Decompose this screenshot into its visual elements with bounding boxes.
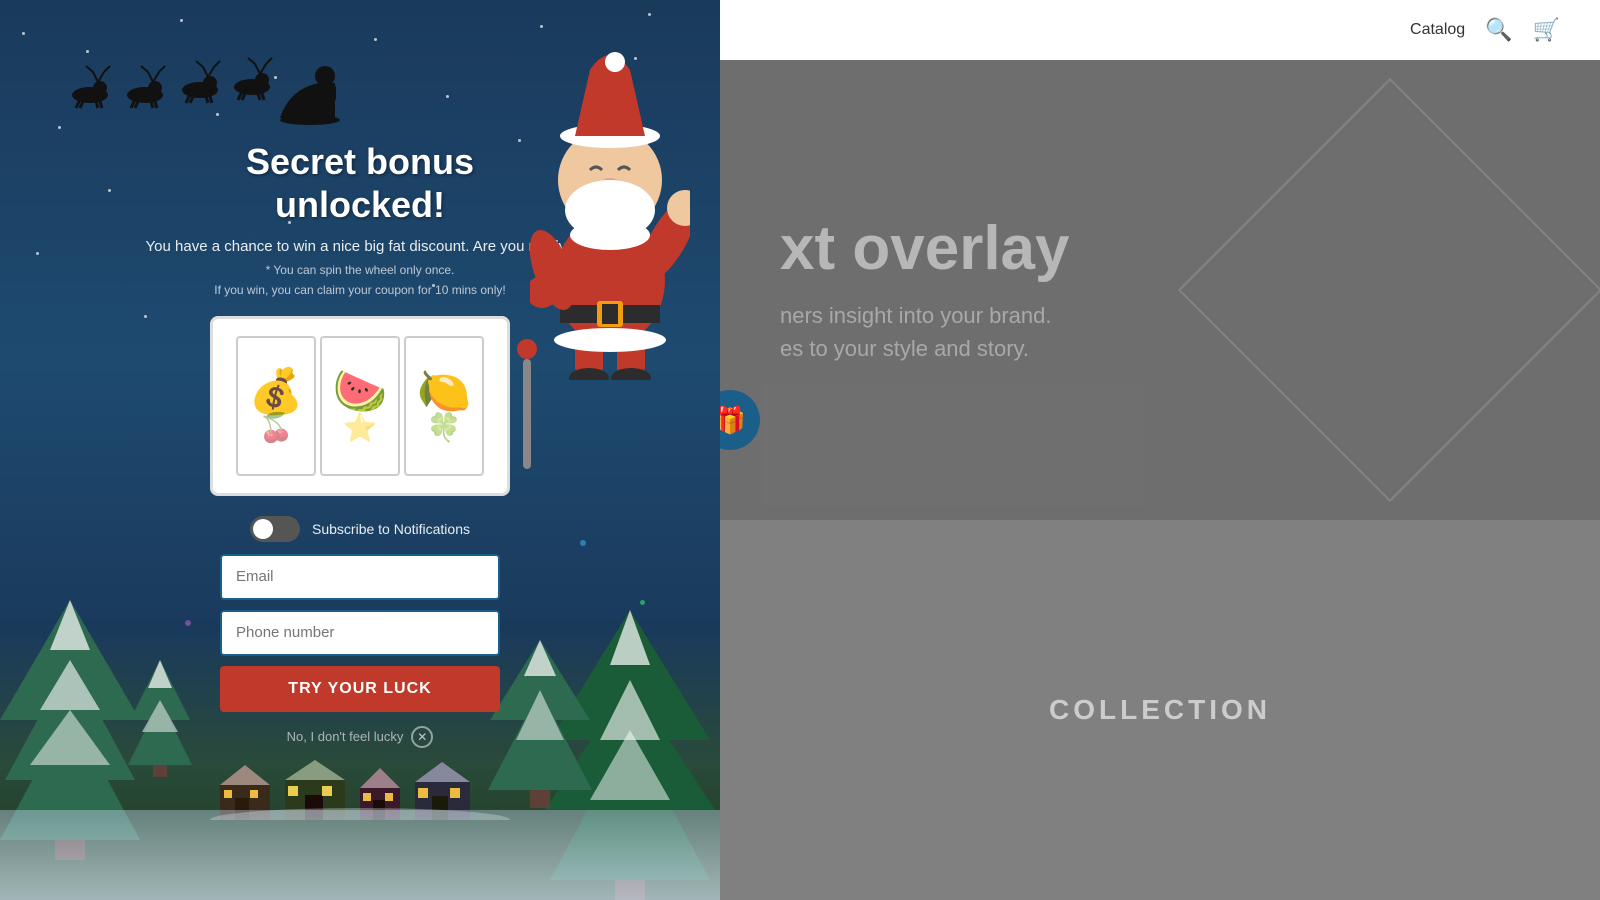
slot-reel-2: 🍉 ⭐ [320, 336, 400, 476]
popup-note: * You can spin the wheel only once. If y… [214, 261, 505, 299]
collection-area: COLLECTION [720, 520, 1600, 900]
no-thanks-link[interactable]: No, I don't feel lucky ✕ [287, 726, 434, 748]
slot-symbol-2-top: ⭐ [343, 414, 378, 442]
try-luck-button[interactable]: TRY YOUR LUCK [220, 666, 500, 712]
toggle-switch[interactable] [250, 516, 300, 542]
no-thanks-label: No, I don't feel lucky [287, 729, 404, 744]
slot-machine: 💰 🍒 🍉 ⭐ 🍋 🍀 [210, 316, 510, 496]
popup-overlay: Secret bonus unlocked! You have a chance… [0, 0, 720, 900]
email-field[interactable] [220, 554, 500, 600]
toggle-label: Subscribe to Notifications [312, 521, 470, 537]
hero-title: xt overlay [780, 215, 1070, 283]
slot-symbol-1: 💰 [249, 370, 304, 414]
nav-right: Catalog 🔍 🛒 [1410, 17, 1560, 43]
bg-decoration [1178, 78, 1600, 502]
slot-reel-3: 🍋 🍀 [404, 336, 484, 476]
collection-title: COLLECTION [1049, 694, 1271, 726]
nav-catalog-link[interactable]: Catalog [1410, 21, 1465, 39]
hero-area: xt overlay ners insight into your brand.… [720, 60, 1600, 520]
slot-reels: 💰 🍒 🍉 ⭐ 🍋 🍀 [226, 326, 494, 486]
phone-field[interactable] [220, 610, 500, 656]
slot-symbol-1-top: 🍒 [259, 414, 294, 442]
search-icon[interactable]: 🔍 [1485, 17, 1512, 43]
slot-symbol-3-top: 🍀 [427, 414, 462, 442]
santa-character [530, 40, 690, 380]
toggle-knob [253, 519, 273, 539]
popup-subtitle: You have a chance to win a nice big fat … [146, 238, 575, 255]
slot-reel-1: 💰 🍒 [236, 336, 316, 476]
toggle-row: Subscribe to Notifications [250, 516, 470, 542]
close-icon[interactable]: ✕ [411, 726, 433, 748]
slot-symbol-3: 🍋 [417, 370, 472, 414]
hero-subtitle: ners insight into your brand. es to your… [780, 299, 1052, 365]
slot-symbol-2: 🍉 [333, 370, 388, 414]
cart-icon[interactable]: 🛒 [1533, 17, 1560, 43]
popup-title: Secret bonus unlocked! [246, 140, 474, 226]
